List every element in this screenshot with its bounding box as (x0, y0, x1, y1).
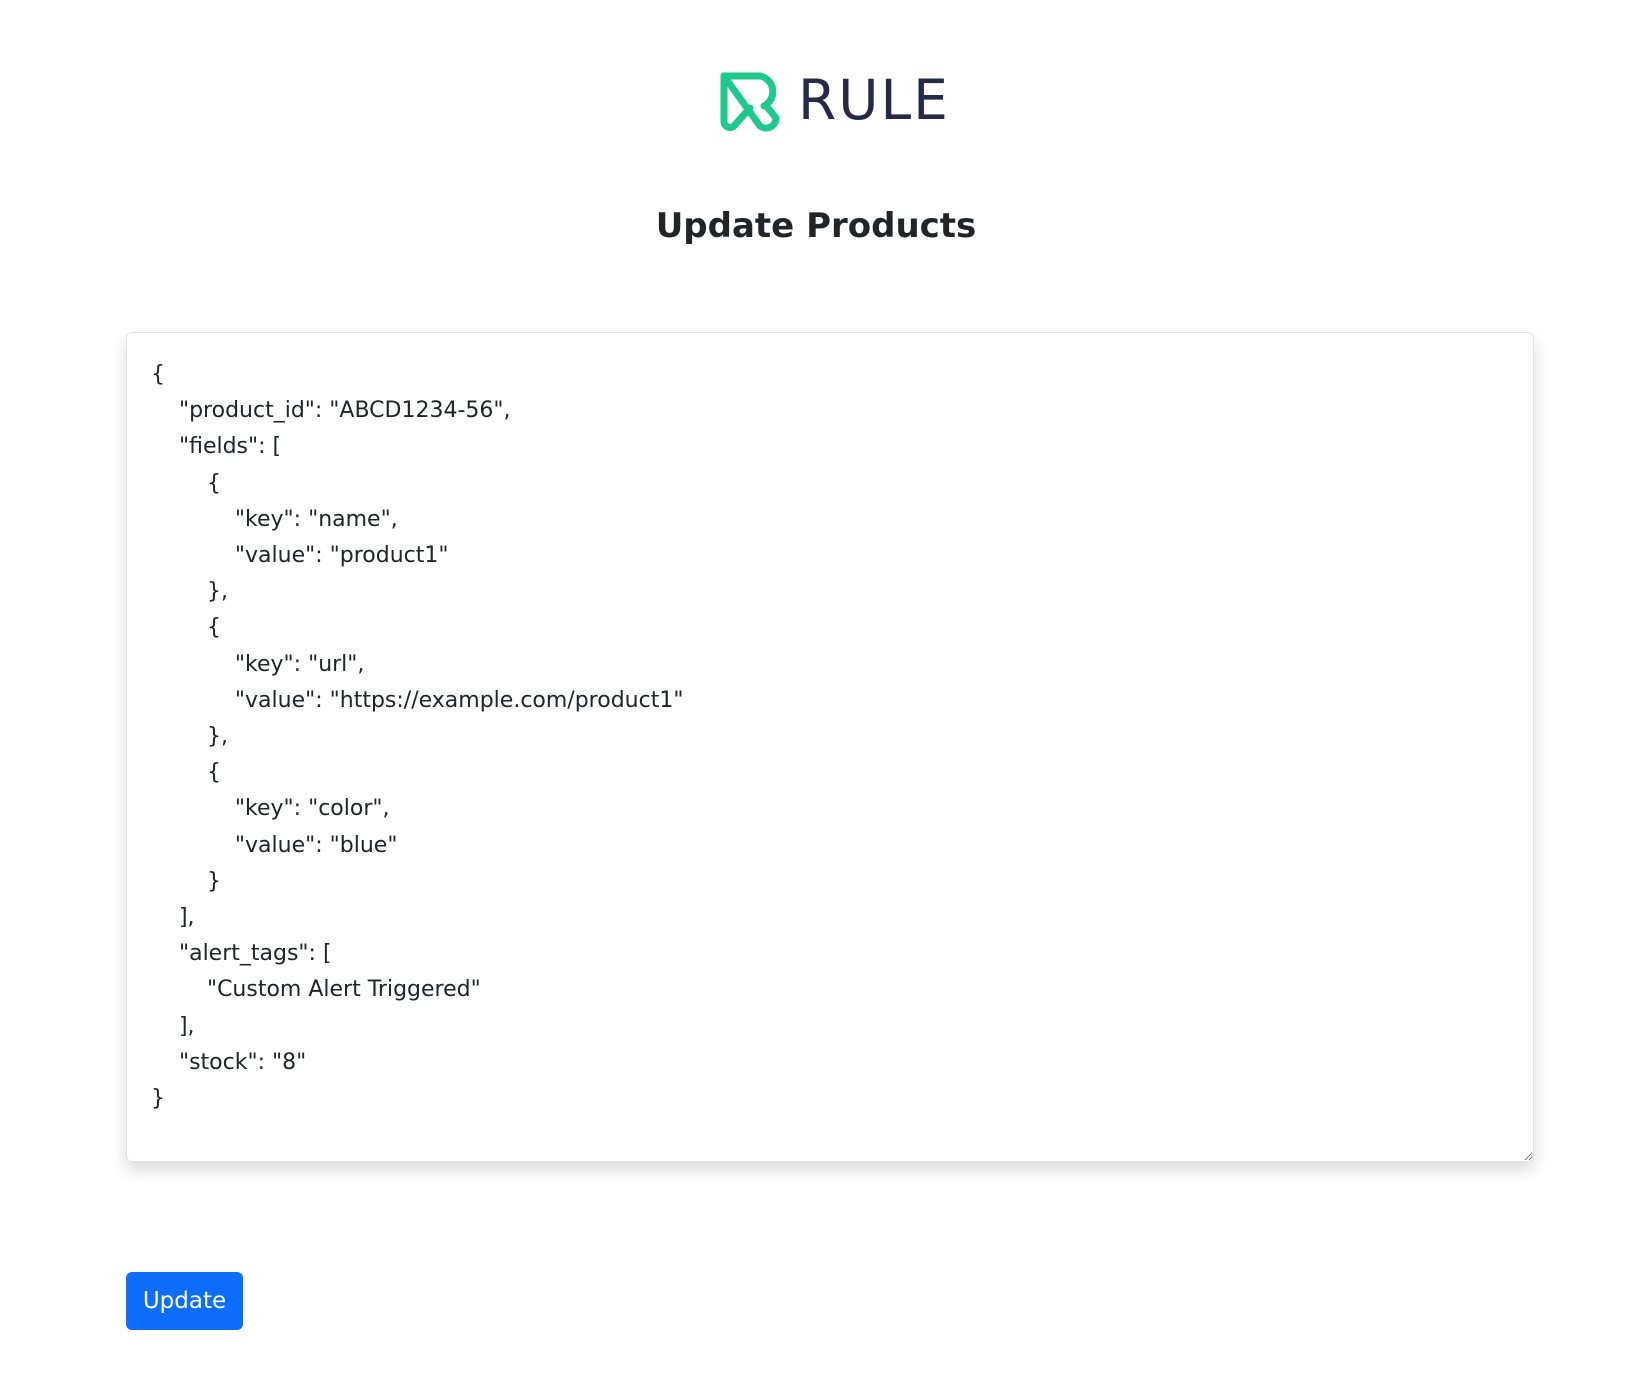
product-json-editor[interactable]: { "product_id": "ABCD1234-56", "fields":… (126, 332, 1534, 1162)
rule-logo-mark-icon (720, 72, 780, 132)
brand-logo: RULE (718, 68, 950, 132)
page-title: Update Products (655, 206, 977, 246)
brand-name: RULE (798, 68, 950, 132)
update-button[interactable]: Update (126, 1272, 243, 1330)
